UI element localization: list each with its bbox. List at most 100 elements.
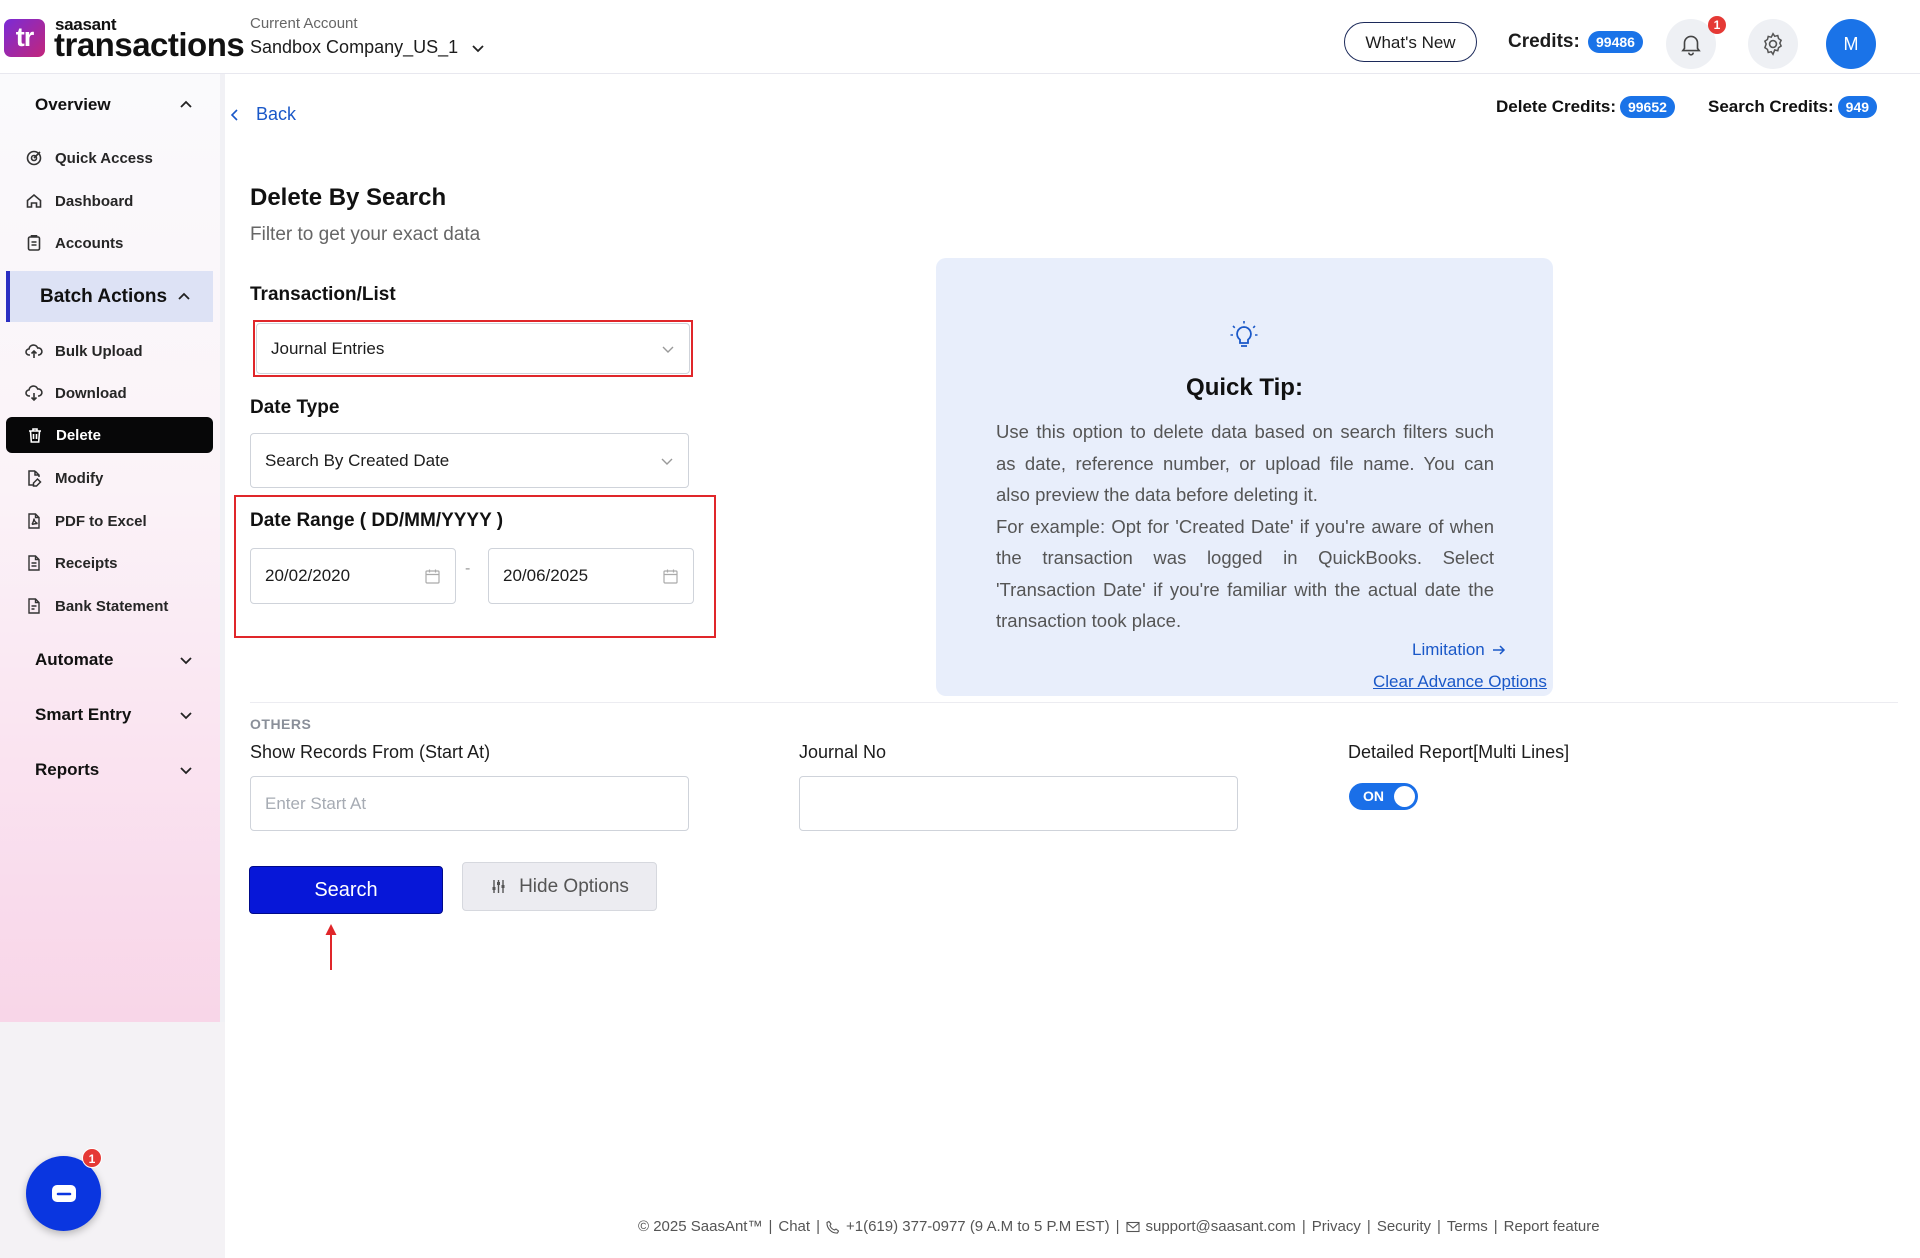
- account-name: Sandbox Company_US_1: [250, 37, 459, 57]
- current-account-label: Current Account: [250, 15, 358, 32]
- target-icon: [26, 150, 42, 166]
- footer-separator: |: [768, 1218, 773, 1235]
- sidebar-item-accounts[interactable]: Accounts: [25, 226, 213, 260]
- footer-separator: |: [1437, 1218, 1441, 1235]
- footer-separator: |: [1301, 1218, 1306, 1235]
- sidebar-item-dashboard[interactable]: Dashboard: [25, 184, 213, 218]
- sidebar-section-smart-entry[interactable]: Smart Entry: [35, 705, 193, 725]
- toggle-state-label: ON: [1363, 788, 1384, 804]
- pdf-file-icon: [28, 513, 40, 529]
- gear-icon: [1763, 32, 1783, 56]
- date-from-input[interactable]: 20/02/2020: [250, 548, 456, 604]
- sidebar-section-label: Automate: [35, 650, 114, 669]
- toggle-knob: [1394, 786, 1415, 807]
- sidebar-item-bulk-upload[interactable]: Bulk Upload: [25, 334, 213, 368]
- credits-label: Credits:: [1508, 31, 1580, 52]
- calendar-icon: [663, 569, 678, 584]
- brand-name: transactions: [54, 26, 245, 63]
- sidebar-item-label: Modify: [55, 469, 104, 487]
- annotation-arrow-icon: [325, 924, 337, 970]
- top-bar: tr saasant transactions Current Account …: [0, 0, 1920, 74]
- sidebar-section-overview[interactable]: Overview: [35, 95, 193, 115]
- trash-icon: [29, 428, 41, 443]
- chevron-left-icon: [230, 108, 238, 121]
- hide-options-button[interactable]: Hide Options: [462, 862, 657, 911]
- transaction-list-select[interactable]: Journal Entries: [256, 323, 690, 374]
- back-link[interactable]: Back: [228, 104, 296, 125]
- footer-privacy-link[interactable]: Privacy: [1312, 1218, 1361, 1235]
- sidebar-item-label: Accounts: [55, 234, 124, 252]
- hide-options-label: Hide Options: [519, 875, 629, 897]
- document-icon: [28, 598, 40, 614]
- footer-email-link[interactable]: support@saasant.com: [1146, 1218, 1296, 1235]
- footer-chat-link[interactable]: Chat: [778, 1218, 810, 1235]
- home-icon: [26, 193, 42, 208]
- sliders-icon: [492, 880, 505, 893]
- date-to-value: 20/06/2025: [503, 566, 589, 585]
- date-to-input[interactable]: 20/06/2025: [488, 548, 694, 604]
- sidebar-section-automate[interactable]: Automate: [35, 650, 193, 670]
- sidebar-item-label: Bulk Upload: [55, 342, 143, 360]
- page-subtitle: Filter to get your exact data: [250, 224, 481, 245]
- settings-button[interactable]: [1748, 19, 1798, 69]
- sidebar-item-label: Bank Statement: [55, 597, 169, 615]
- footer-security-link[interactable]: Security: [1377, 1218, 1431, 1235]
- journal-no-label: Journal No: [799, 742, 887, 762]
- section-divider: [250, 702, 1898, 703]
- sidebar-item-label: Dashboard: [55, 192, 134, 210]
- quick-tip-title: Quick Tip:: [1186, 374, 1303, 401]
- date-range-label: Date Range ( DD/MM/YYYY ): [250, 510, 504, 531]
- detailed-report-toggle[interactable]: ON: [1349, 783, 1418, 810]
- transaction-list-value: Journal Entries: [271, 338, 385, 358]
- delete-credits-label: Delete Credits:: [1496, 97, 1616, 116]
- sidebar-section-reports[interactable]: Reports: [35, 760, 193, 780]
- sidebar-item-pdf-to-excel[interactable]: PDF to Excel: [25, 504, 213, 538]
- page-title: Delete By Search: [250, 184, 447, 211]
- footer-separator: |: [1366, 1218, 1371, 1235]
- sidebar-item-download[interactable]: Download: [25, 376, 213, 410]
- footer-terms-link[interactable]: Terms: [1447, 1218, 1488, 1235]
- start-at-label: Show Records From (Start At): [250, 742, 491, 762]
- sidebar-item-modify[interactable]: Modify: [25, 461, 213, 495]
- bell-icon: [1681, 35, 1701, 56]
- footer-copyright: © 2025 SaasAnt™: [638, 1218, 763, 1235]
- sidebar-section-label: Reports: [35, 760, 100, 779]
- whats-new-button[interactable]: What's New: [1344, 22, 1477, 62]
- quick-tip-text: Use this option to delete data based on …: [996, 416, 1494, 637]
- calendar-icon: [425, 569, 440, 584]
- chevron-down-icon: [472, 44, 484, 52]
- sidebar-item-label: PDF to Excel: [55, 512, 147, 530]
- sidebar-section-label: Overview: [35, 95, 111, 114]
- start-at-input[interactable]: [250, 776, 689, 831]
- quick-tip-paragraph: Use this option to delete data based on …: [996, 421, 1494, 505]
- sidebar-item-label: Receipts: [55, 554, 118, 572]
- journal-no-input[interactable]: [799, 776, 1238, 831]
- transaction-list-label: Transaction/List: [250, 284, 396, 305]
- cloud-upload-icon: [25, 344, 43, 358]
- footer-separator: |: [1115, 1218, 1120, 1235]
- user-avatar[interactable]: M: [1826, 19, 1876, 69]
- account-switcher[interactable]: Sandbox Company_US_1: [250, 37, 486, 58]
- sidebar-item-quick-access[interactable]: Quick Access: [25, 141, 213, 175]
- sidebar-section-batch-actions[interactable]: Batch Actions: [6, 271, 213, 322]
- delete-credits-badge: 99652: [1619, 96, 1675, 118]
- search-button[interactable]: Search: [249, 866, 443, 914]
- footer-report-feature-link[interactable]: Report feature: [1504, 1218, 1600, 1235]
- notification-count-badge: 1: [1708, 16, 1726, 34]
- footer-separator: |: [816, 1218, 820, 1235]
- others-section-label: OTHERS: [250, 716, 312, 732]
- sidebar-section-label: Batch Actions: [40, 285, 168, 307]
- limitation-link[interactable]: Limitation: [1412, 640, 1507, 660]
- cloud-download-icon: [25, 385, 43, 402]
- clear-advance-options-link[interactable]: Clear Advance Options: [1373, 672, 1547, 692]
- footer-phone[interactable]: +1(619) 377-0977 (9 A.M to 5 P.M EST): [846, 1218, 1110, 1235]
- sidebar-item-delete[interactable]: Delete: [6, 417, 213, 453]
- chat-unread-badge: 1: [82, 1148, 102, 1168]
- chat-icon: [51, 1184, 76, 1202]
- sidebar-item-receipts[interactable]: Receipts: [25, 546, 213, 580]
- date-type-select[interactable]: Search By Created Date: [250, 433, 689, 488]
- app-root: tr saasant transactions Current Account …: [0, 0, 1920, 1258]
- sidebar-item-bank-statement[interactable]: Bank Statement: [25, 589, 213, 623]
- brand-logo[interactable]: tr: [4, 19, 45, 57]
- lightbulb-icon: [1230, 321, 1258, 347]
